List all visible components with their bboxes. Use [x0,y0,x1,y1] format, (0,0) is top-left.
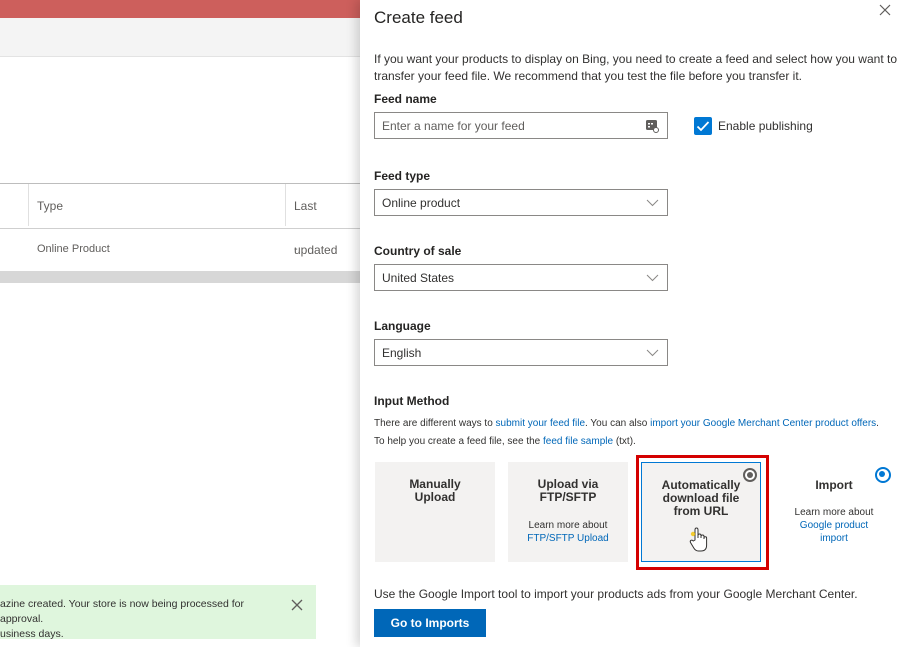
chevron-down-icon [646,274,659,282]
chevron-down-icon [646,349,659,357]
hint-text: . You can also [585,418,651,429]
feed-name-input[interactable]: Enter a name for your feed [374,112,668,139]
google-product-import-link[interactable]: Google product import [774,519,894,545]
success-toast: azine created. Your store is now being p… [0,585,316,640]
hint-text: To help you create a feed file, see the [374,436,543,447]
option-learn-text: Learn more about [528,520,608,531]
hint-text: (txt). [613,436,636,447]
chevron-down-icon [646,199,659,207]
country-value: United States [382,271,455,285]
hint-text: . [876,418,879,429]
feed-file-sample-link[interactable]: feed file sample [543,436,613,447]
submit-feed-link[interactable]: submit your feed file [496,418,586,429]
table-header: Type Last updated [0,183,362,257]
country-label: Country of sale [374,244,462,258]
table-row[interactable]: Online Product - [0,228,362,272]
option-ftp-upload[interactable]: Upload via FTP/SFTP Learn more about FTP… [508,462,628,562]
language-dropdown[interactable]: English [374,339,668,366]
column-header-type[interactable]: Type [28,184,63,226]
option-title: Import [815,478,853,492]
feed-type-value: Online product [382,196,461,210]
enable-publishing-label[interactable]: Enable publishing [718,119,813,133]
option-import[interactable]: Import Learn more about Google product i… [774,462,894,562]
checkmark-icon [696,121,710,132]
column-header-last-updated[interactable]: Last updated [285,184,362,257]
feed-name-label: Feed name [374,92,437,106]
feed-type-dropdown[interactable]: Online product [374,189,668,216]
language-label: Language [374,319,431,333]
language-value: English [382,346,422,360]
horizontal-scrollbar[interactable] [0,271,362,283]
input-method-hint-1: There are different ways to submit your … [374,418,879,429]
input-method-label: Input Method [374,394,450,408]
toast-message-line2: usiness days. [0,628,64,640]
password-manager-icon[interactable] [645,119,659,133]
option-title: Manually Upload [409,477,461,504]
cell-type: Online Product [37,243,110,255]
country-dropdown[interactable]: United States [374,264,668,291]
feed-name-placeholder: Enter a name for your feed [382,119,525,133]
panel-title: Create feed [374,8,463,27]
radio-button-selected[interactable] [875,467,891,483]
option-title: Upload via FTP/SFTP [537,477,599,504]
panel-intro: If you want your products to display on … [374,52,897,83]
cell-last-updated: - [294,243,298,255]
ftp-sftp-upload-link[interactable]: FTP/SFTP Upload [508,532,628,545]
close-icon[interactable] [876,1,894,19]
create-feed-panel: Create feed If you want your products to… [360,0,905,647]
import-google-link[interactable]: import your Google Merchant Center produ… [650,418,876,429]
toast-message-line1: azine created. Your store is now being p… [0,598,244,625]
input-method-hint-2: To help you create a feed file, see the … [374,436,636,447]
option-learn-text: Learn more about [794,507,874,518]
highlight-box [636,455,769,570]
go-to-imports-button[interactable]: Go to Imports [374,609,486,637]
google-import-note: Use the Google Import tool to import you… [374,587,858,601]
close-icon[interactable] [290,598,304,612]
enable-publishing-checkbox[interactable] [694,117,712,135]
hint-text: There are different ways to [374,418,496,429]
feed-type-label: Feed type [374,169,431,183]
option-manually-upload[interactable]: Manually Upload [375,462,495,562]
